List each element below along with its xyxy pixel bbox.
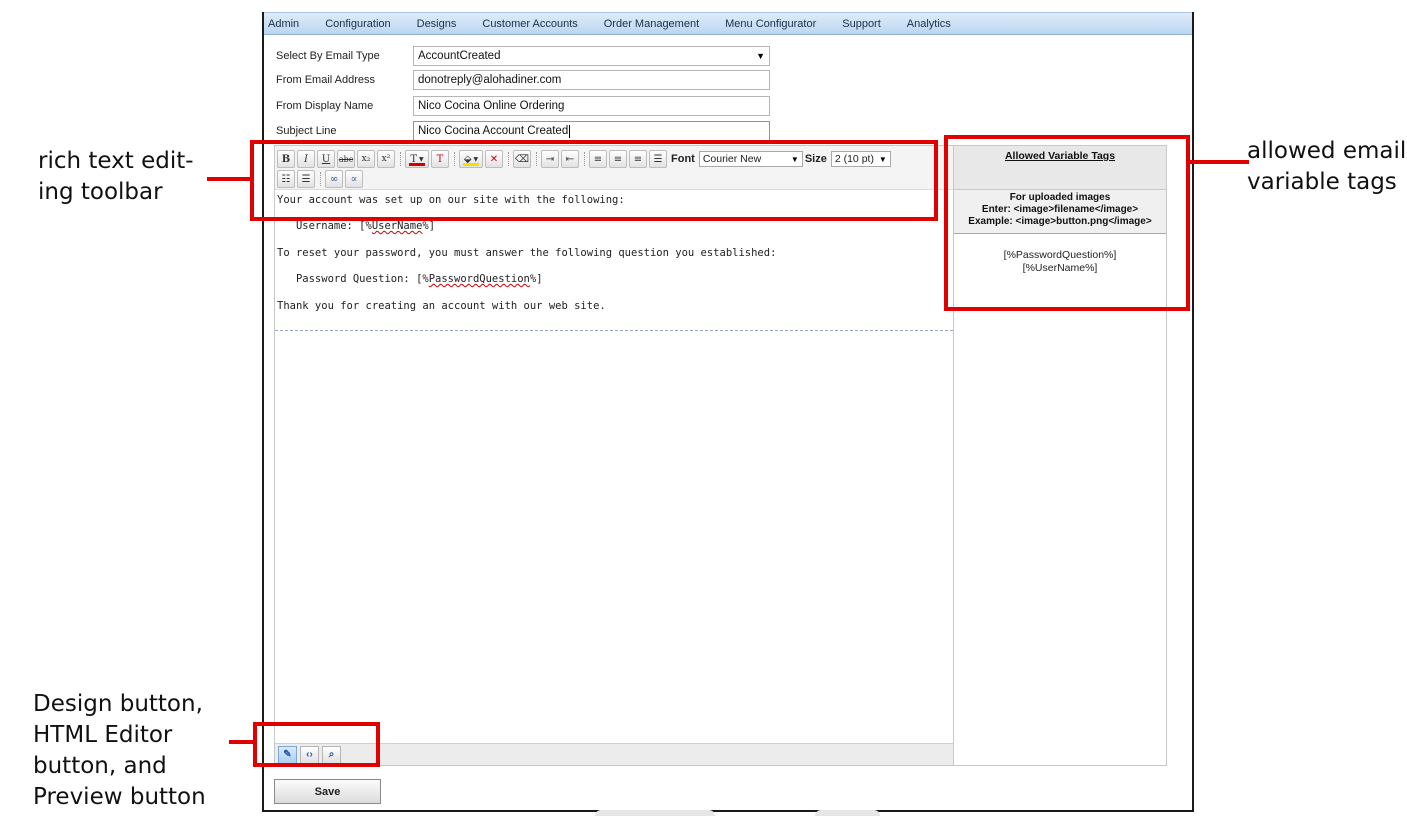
annotation-buttons: Design button, HTML Editor button, and P… xyxy=(33,689,206,813)
app-window: Admin Configuration Designs Customer Acc… xyxy=(262,12,1194,812)
menu-menu-configurator[interactable]: Menu Configurator xyxy=(725,18,816,30)
annotation-toolbar: rich text edit- ing toolbar xyxy=(38,146,194,208)
toolbar-highlight-box xyxy=(250,140,938,221)
menu-designs[interactable]: Designs xyxy=(417,18,457,30)
content-text: Password Question: [% xyxy=(277,273,429,285)
subject-row: Subject Line Nico Cocina Account Created xyxy=(276,121,770,141)
display-name-value: Nico Cocina Online Ordering xyxy=(418,100,565,112)
menu-order-management[interactable]: Order Management xyxy=(604,18,699,30)
email-type-select[interactable]: AccountCreated ▼ xyxy=(413,46,770,66)
annotation-line: HTML Editor xyxy=(33,722,173,748)
content-line: Thank you for creating an account with o… xyxy=(277,300,606,312)
menu-configuration[interactable]: Configuration xyxy=(325,18,390,30)
menu-analytics[interactable]: Analytics xyxy=(907,18,951,30)
dropdown-arrow-icon: ▼ xyxy=(756,51,765,61)
annotation-line: button, and xyxy=(33,753,167,779)
background-shape xyxy=(595,810,715,816)
menu-admin[interactable]: Admin xyxy=(268,18,299,30)
mode-buttons-highlight-box xyxy=(253,722,380,767)
email-type-row: Select By Email Type AccountCreated ▼ xyxy=(276,46,770,66)
content-line: Password Question: [%PasswordQuestion%] xyxy=(277,273,543,285)
from-email-label: From Email Address xyxy=(276,74,376,86)
from-email-input[interactable]: donotreply@alohadiner.com xyxy=(413,70,770,90)
annotation-line: Preview button xyxy=(33,784,206,810)
annotation-line: allowed email xyxy=(1247,138,1407,164)
content-line: Username: [%UserName%] xyxy=(277,220,435,232)
annotation-line: rich text edit- xyxy=(38,148,194,174)
menu-customer-accounts[interactable]: Customer Accounts xyxy=(482,18,577,30)
background-shape xyxy=(815,810,880,816)
text-cursor xyxy=(569,124,571,138)
content-line: To reset your password, you must answer … xyxy=(277,247,777,259)
content-text: %] xyxy=(529,273,543,285)
display-name-input[interactable]: Nico Cocina Online Ordering xyxy=(413,96,770,116)
display-name-row: From Display Name Nico Cocina Online Ord… xyxy=(276,96,770,116)
content-text: %] xyxy=(422,220,436,232)
annotation-line: Design button, xyxy=(33,691,203,717)
subject-input[interactable]: Nico Cocina Account Created xyxy=(413,121,770,141)
display-name-label: From Display Name xyxy=(276,100,374,112)
annotation-line: variable tags xyxy=(1247,169,1397,195)
variable-tag-text: PasswordQuestion xyxy=(428,273,530,285)
tags-highlight-box xyxy=(944,135,1190,311)
save-button[interactable]: Save xyxy=(274,779,381,804)
email-type-label: Select By Email Type xyxy=(276,50,380,62)
email-type-value: AccountCreated xyxy=(418,50,501,62)
variable-tag-text: UserName xyxy=(371,220,423,232)
menu-support[interactable]: Support xyxy=(842,18,881,30)
subject-value: Nico Cocina Account Created xyxy=(418,125,569,137)
toolbar-connector-line xyxy=(207,177,252,181)
mode-buttons-connector-line xyxy=(229,740,255,744)
main-menu-bar: Admin Configuration Designs Customer Acc… xyxy=(264,12,1192,35)
content-text: Username: [% xyxy=(277,220,372,232)
rich-text-editor: B I U abc x₂ x² T ▼ T ⬙ ▼ ✕ ⌫ ⇥ ⇤ ≡ ≡ ≡ … xyxy=(274,145,954,766)
subject-label: Subject Line xyxy=(276,125,337,137)
tags-connector-line xyxy=(1188,160,1249,164)
annotation-line: ing toolbar xyxy=(38,179,163,205)
from-email-row: From Email Address donotreply@alohadiner… xyxy=(276,70,770,90)
from-email-value: donotreply@alohadiner.com xyxy=(418,74,562,86)
annotation-tags: allowed email variable tags xyxy=(1247,136,1406,198)
